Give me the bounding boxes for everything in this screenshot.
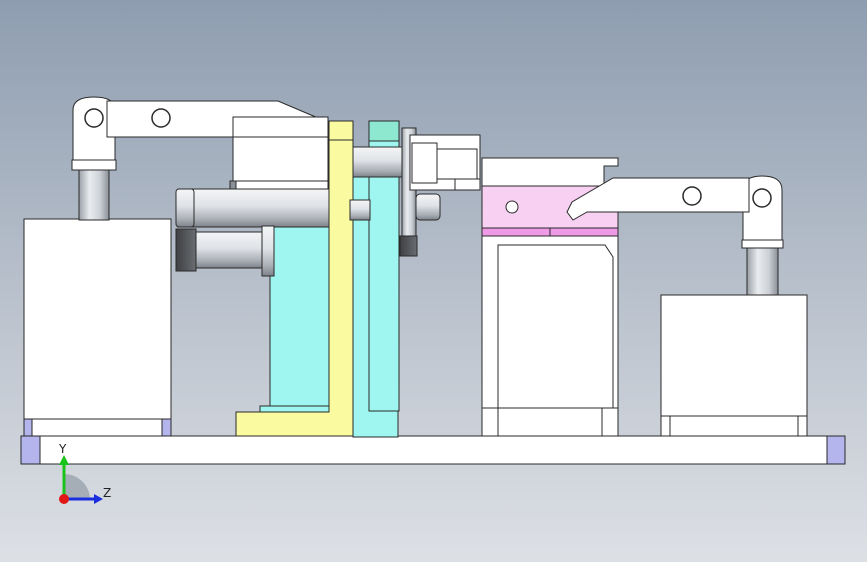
cad-viewport[interactable]: Y Z: [0, 0, 867, 562]
assembly-drawing: [20, 96, 846, 504]
origin-marker: [59, 494, 69, 504]
base-corner-left: [20, 435, 41, 465]
triad-z-label: Z: [103, 486, 112, 500]
right-clamp-block[interactable]: [660, 294, 808, 437]
base-corner-right: [826, 435, 846, 465]
triad-y-label: Y: [59, 442, 67, 456]
base-plate[interactable]: [20, 435, 846, 465]
left-clamp-block[interactable]: [23, 218, 172, 437]
